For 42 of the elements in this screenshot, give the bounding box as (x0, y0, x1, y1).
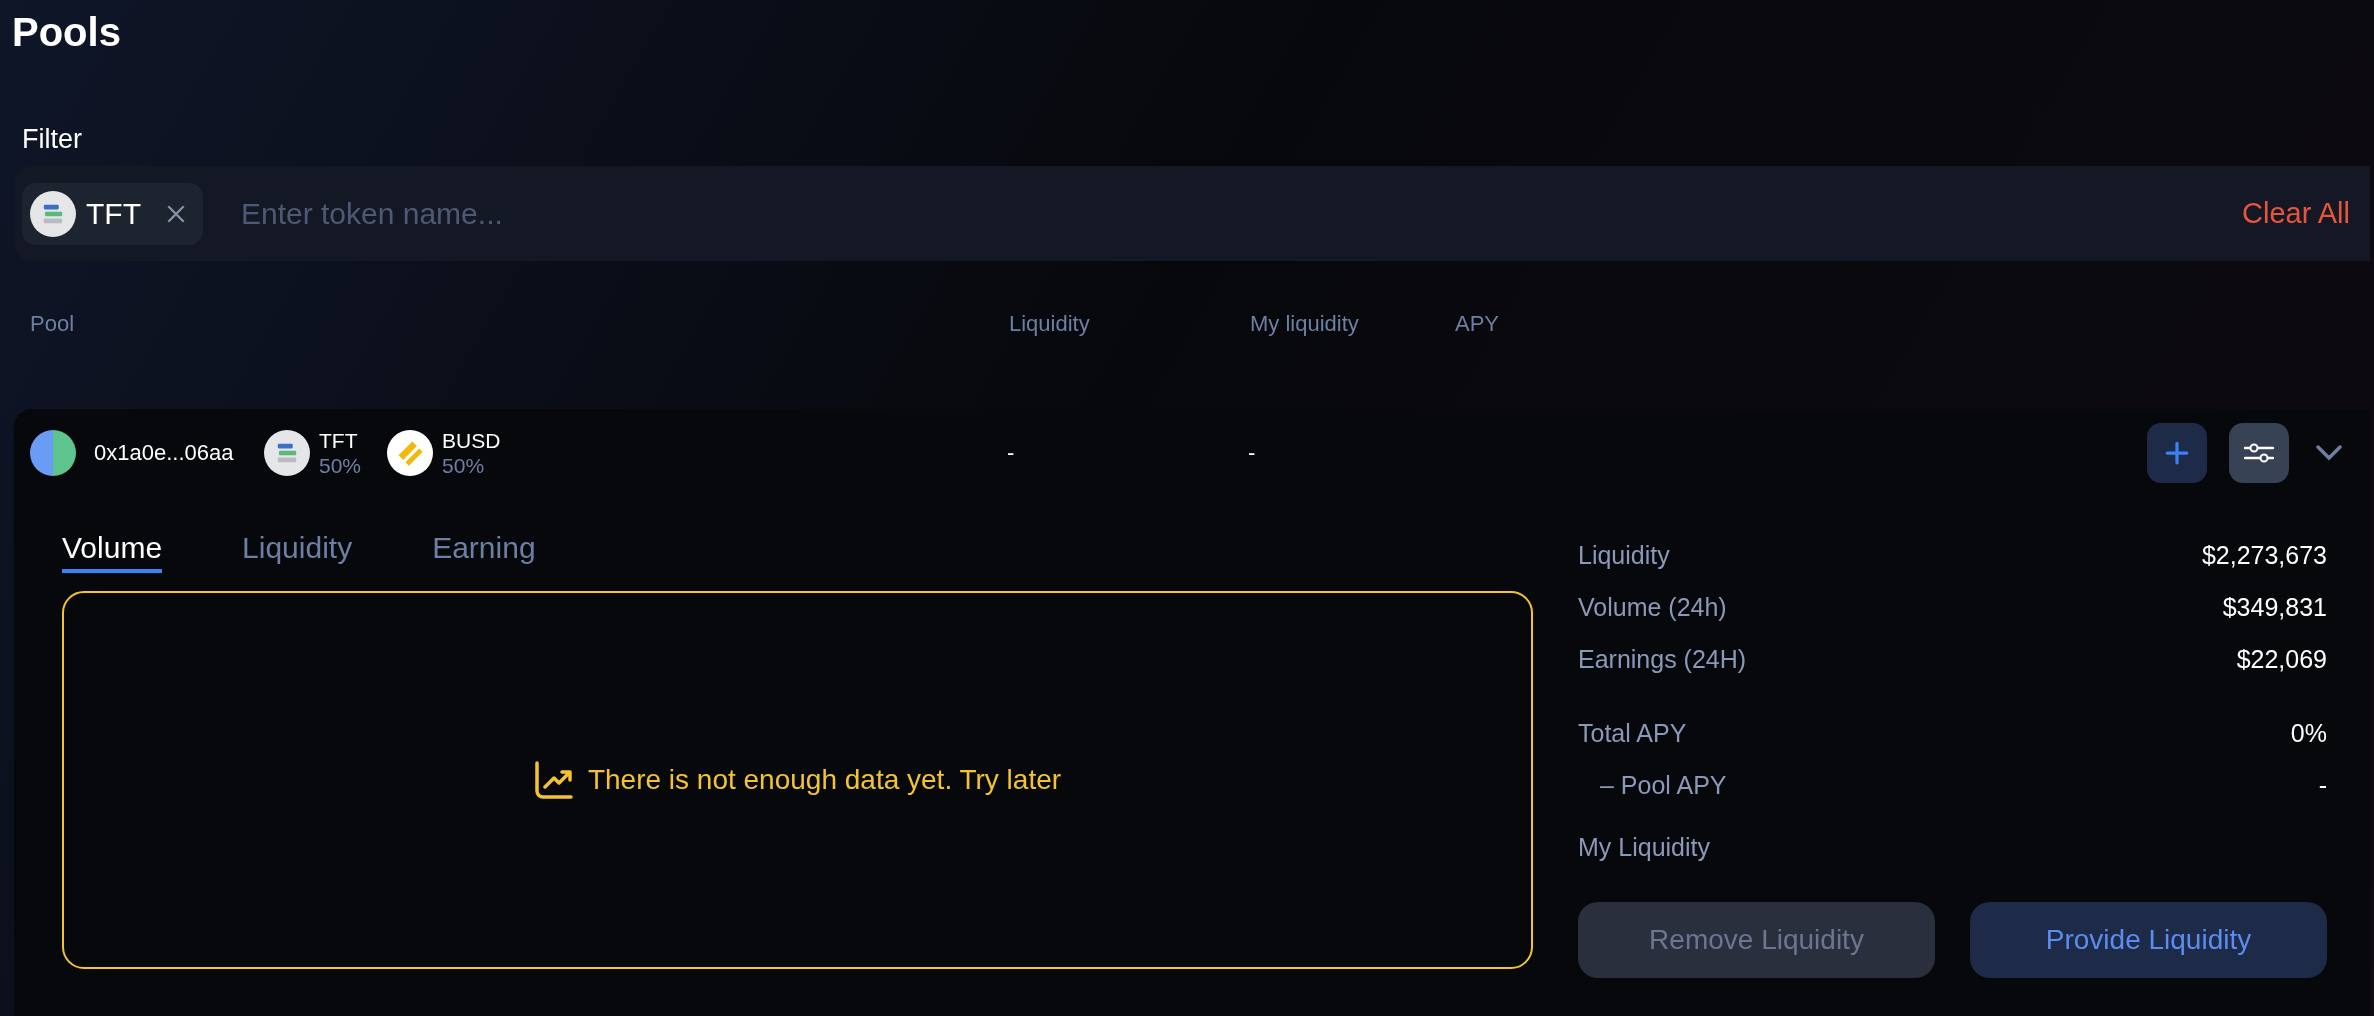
column-header: My liquidity (1250, 311, 1360, 337)
chart-tab[interactable]: Liquidity (242, 531, 353, 573)
token-symbol: BUSD (442, 428, 501, 453)
sliders-icon (2244, 441, 2274, 465)
token-icon (264, 430, 310, 476)
stat-value: $349,831 (2222, 592, 2327, 622)
token-symbol: TFT (319, 428, 359, 453)
column-header: APY (1455, 311, 1501, 337)
token-chip[interactable]: TFT (22, 182, 203, 245)
liquidity-value: - (1007, 440, 1016, 466)
column-header: Pool (30, 311, 76, 337)
stat-label: Liquidity (1578, 540, 1670, 570)
token-share: 50% (442, 453, 486, 478)
stat-value: $22,069 (2236, 644, 2327, 674)
chart-tab[interactable]: Earning (432, 531, 536, 573)
token-share: 50% (319, 453, 362, 478)
stat-label: Total APY (1578, 718, 1687, 748)
column-header: Liquidity (1009, 311, 1091, 337)
provide-liquidity-button[interactable]: Provide Liquidity (1970, 902, 2327, 978)
page-title: Pools (12, 9, 122, 56)
chevron-icon[interactable] (2316, 445, 2342, 461)
plus-icon (2164, 440, 2190, 466)
clear-all-link[interactable]: Clear All (2242, 197, 2350, 230)
stat-value: - (2318, 770, 2327, 800)
my-liquidity-value: - (1248, 440, 1257, 466)
my-liquidity-label: My Liquidity (1578, 833, 1711, 862)
stat-value: $2,273,673 (2201, 540, 2327, 570)
search-field[interactable]: TFT Enter token name... Clear All (14, 166, 2370, 261)
no-data-message: There is not enough data yet. Try later (587, 764, 1062, 796)
chart-tab[interactable]: Volume (62, 531, 163, 573)
stat-value: 0% (2290, 718, 2327, 748)
settings-button[interactable] (2229, 423, 2289, 483)
filter-label: Filter (22, 123, 83, 156)
pool-address: 0x1a0e...06aa (94, 440, 235, 466)
add-button[interactable] (2147, 423, 2207, 483)
pool-pie-icon (30, 430, 76, 476)
stat-label: Volume (24h) (1578, 592, 1727, 622)
stat-label: – Pool APY (1599, 770, 1727, 800)
token-icon (30, 190, 76, 237)
trend-chart-icon (533, 760, 574, 800)
stat-label: Earnings (24H) (1578, 644, 1747, 674)
token-icon (387, 430, 434, 476)
